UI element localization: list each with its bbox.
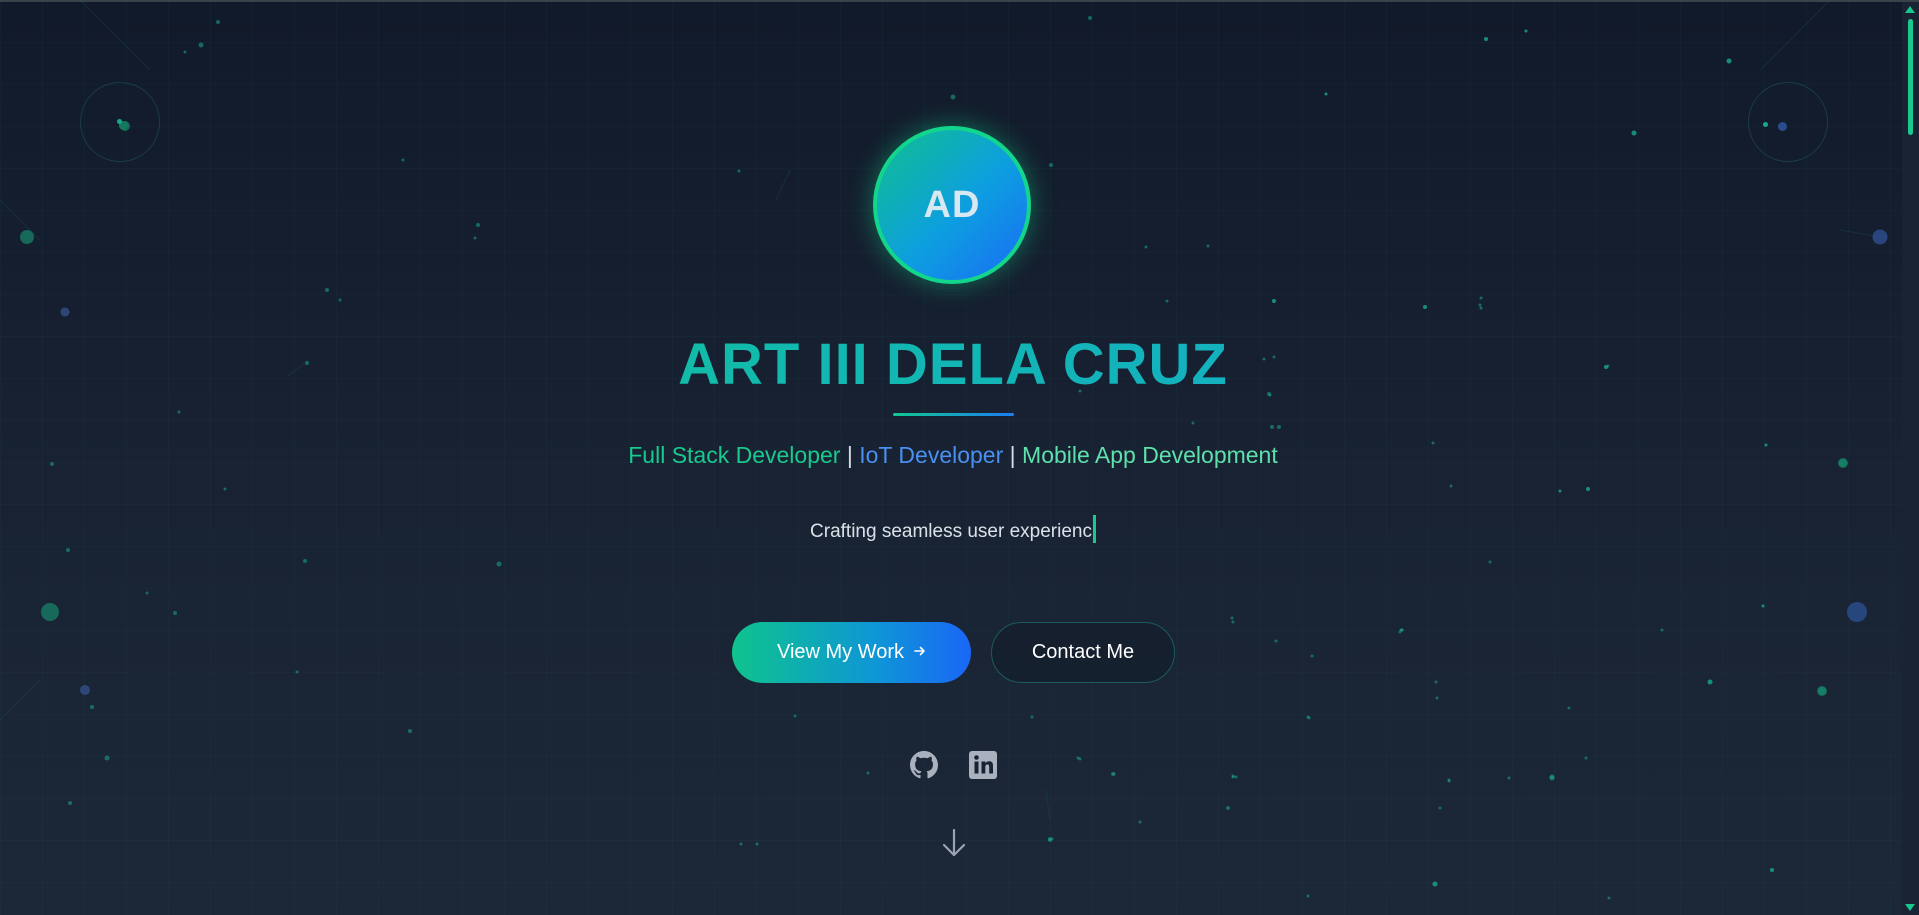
scroll-down-indicator[interactable] bbox=[940, 826, 968, 860]
scroll-down-arrow-icon[interactable] bbox=[1905, 904, 1915, 911]
role-iot: IoT Developer bbox=[859, 442, 1004, 468]
contact-me-button[interactable]: Contact Me bbox=[991, 622, 1175, 683]
github-icon bbox=[910, 750, 938, 784]
role-list: Full Stack Developer | IoT Developer | M… bbox=[0, 440, 1906, 470]
role-separator: | bbox=[1009, 442, 1016, 468]
role-mobile: Mobile App Development bbox=[1022, 442, 1278, 468]
linkedin-icon bbox=[967, 749, 999, 786]
role-full-stack: Full Stack Developer bbox=[628, 442, 841, 468]
tagline-text: Crafting seamless user experienc bbox=[810, 521, 1092, 542]
avatar-initials: AD bbox=[923, 183, 981, 226]
typing-cursor bbox=[1092, 515, 1096, 543]
hero-section: AD ART III DELA CRUZ Full Stack Develope… bbox=[0, 0, 1902, 915]
arrow-down-icon bbox=[940, 828, 968, 864]
page-title: ART III DELA CRUZ bbox=[0, 330, 1906, 400]
scrollbar-thumb[interactable] bbox=[1908, 19, 1913, 135]
vertical-scrollbar[interactable] bbox=[1902, 2, 1919, 915]
view-my-work-label: View My Work bbox=[776, 641, 905, 663]
view-my-work-button[interactable]: View My Work bbox=[732, 622, 971, 683]
scroll-up-arrow-icon[interactable] bbox=[1905, 6, 1915, 13]
avatar: AD bbox=[873, 126, 1031, 284]
github-link[interactable] bbox=[907, 750, 941, 784]
title-underline bbox=[893, 413, 1014, 416]
role-separator: | bbox=[846, 442, 853, 468]
typing-tagline: Crafting seamless user experienc bbox=[0, 515, 1906, 545]
arrow-right-icon bbox=[914, 644, 926, 662]
contact-me-label: Contact Me bbox=[1031, 641, 1135, 663]
linkedin-link[interactable] bbox=[966, 750, 1000, 784]
